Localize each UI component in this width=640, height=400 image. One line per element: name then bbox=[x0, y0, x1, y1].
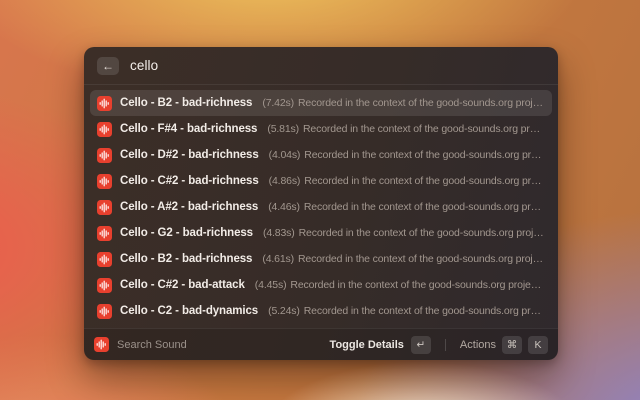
waveform-icon bbox=[97, 173, 112, 189]
k-key-badge: K bbox=[528, 335, 548, 354]
status-bar: Search Sound Toggle Details ↵ Actions ⌘ … bbox=[84, 328, 558, 360]
actions-button[interactable]: Actions ⌘ K bbox=[459, 335, 548, 354]
result-description: Recorded in the context of the good-soun… bbox=[303, 305, 545, 317]
waveform-icon bbox=[97, 277, 112, 293]
result-row[interactable]: Cello - B2 - bad-richness (7.42s) Recorde… bbox=[90, 90, 552, 116]
result-title: Cello - C2 - bad-dynamics bbox=[120, 305, 259, 317]
result-title: Cello - D#2 - bad-richness bbox=[120, 149, 259, 161]
result-subtitle: (4.83s) Recorded in the context of the go… bbox=[263, 227, 545, 239]
desktop-wallpaper: { "window": { "search": { "back_icon": "… bbox=[0, 0, 640, 400]
result-row[interactable]: Cello - G2 - bad-richness (4.83s) Recorde… bbox=[90, 220, 552, 246]
result-subtitle: (7.42s) Recorded in the context of the go… bbox=[262, 97, 545, 109]
result-duration: (4.83s) bbox=[262, 227, 295, 239]
result-description: Recorded in the context of the good-soun… bbox=[304, 149, 545, 161]
waveform-icon bbox=[97, 95, 112, 111]
results-list: Cello - B2 - bad-richness (7.42s) Recorde… bbox=[84, 85, 558, 328]
result-description: Recorded in the context of the good-soun… bbox=[298, 227, 545, 239]
waveform-icon bbox=[97, 225, 112, 241]
result-subtitle: (5.81s) Recorded in the context of the go… bbox=[267, 123, 545, 135]
app-waveform-icon bbox=[94, 337, 109, 352]
result-row[interactable]: Cello - C2 - bad-dynamics (5.24s) Recorde… bbox=[90, 298, 552, 324]
waveform-icon bbox=[97, 303, 112, 319]
search-input[interactable]: cello bbox=[130, 58, 158, 73]
result-description: Recorded in the context of the good-soun… bbox=[303, 123, 545, 135]
actions-label: Actions bbox=[459, 338, 496, 351]
app-name: Search Sound bbox=[117, 338, 187, 351]
result-subtitle: (5.24s) Recorded in the context of the go… bbox=[268, 305, 545, 317]
back-arrow-icon: ← bbox=[102, 58, 114, 73]
result-duration: (4.61s) bbox=[262, 253, 294, 265]
result-subtitle: (4.46s) Recorded in the context of the go… bbox=[268, 201, 545, 213]
result-duration: (4.45s) bbox=[254, 279, 287, 291]
result-row[interactable]: Cello - F#4 - bad-richness (5.81s) Record… bbox=[90, 116, 552, 142]
result-duration: (5.24s) bbox=[268, 305, 300, 317]
result-duration: (4.46s) bbox=[268, 201, 300, 213]
result-duration: (7.42s) bbox=[262, 97, 294, 109]
result-row[interactable]: Cello - C#2 - bad-richness (4.86s) Record… bbox=[90, 168, 552, 194]
result-title: Cello - B2 - bad-richness bbox=[120, 253, 253, 265]
result-duration: (4.86s) bbox=[268, 175, 301, 187]
result-row[interactable]: Cello - B2 - bad-richness (4.61s) Recorde… bbox=[90, 246, 552, 272]
result-subtitle: (4.45s) Recorded in the context of the go… bbox=[255, 279, 545, 291]
toggle-details-label: Toggle Details bbox=[329, 338, 404, 351]
result-title: Cello - G2 - bad-richness bbox=[120, 227, 253, 239]
command-key-badge: ⌘ bbox=[502, 335, 522, 354]
result-subtitle: (4.86s) Recorded in the context of the go… bbox=[269, 175, 545, 187]
waveform-icon bbox=[97, 199, 112, 215]
waveform-icon bbox=[97, 147, 112, 163]
launcher-window: ← cello Cello - B2 - bad-richness (7.42s… bbox=[84, 47, 558, 360]
waveform-icon bbox=[97, 121, 112, 137]
toggle-details-button[interactable]: Toggle Details ↵ bbox=[329, 335, 431, 354]
result-row[interactable]: Cello - A#2 - bad-richness (4.46s) Record… bbox=[90, 194, 552, 220]
result-description: Recorded in the context of the good-soun… bbox=[303, 201, 545, 213]
waveform-icon bbox=[97, 251, 112, 267]
result-row[interactable]: Cello - D#2 - bad-richness (4.04s) Record… bbox=[90, 142, 552, 168]
result-title: Cello - C#2 - bad-attack bbox=[120, 279, 245, 291]
result-description: Recorded in the context of the good-soun… bbox=[297, 253, 545, 265]
back-button[interactable]: ← bbox=[97, 56, 119, 75]
result-description: Recorded in the context of the good-soun… bbox=[297, 97, 545, 109]
result-subtitle: (4.04s) Recorded in the context of the go… bbox=[269, 149, 545, 161]
result-subtitle: (4.61s) Recorded in the context of the go… bbox=[262, 253, 545, 265]
result-description: Recorded in the context of the good-soun… bbox=[304, 175, 545, 187]
result-title: Cello - C#2 - bad-richness bbox=[120, 175, 259, 187]
result-duration: (4.04s) bbox=[268, 149, 301, 161]
result-title: Cello - A#2 - bad-richness bbox=[120, 201, 259, 213]
result-title: Cello - B2 - bad-richness bbox=[120, 97, 253, 109]
result-duration: (5.81s) bbox=[267, 123, 299, 135]
footer-divider bbox=[444, 338, 446, 351]
result-row[interactable]: Cello - C#2 - bad-attack (4.45s) Recorded… bbox=[90, 272, 552, 298]
search-bar: ← cello bbox=[84, 47, 558, 85]
result-title: Cello - F#4 - bad-richness bbox=[120, 123, 258, 135]
result-description: Recorded in the context of the good-soun… bbox=[290, 279, 545, 291]
return-key-badge: ↵ bbox=[410, 335, 431, 354]
